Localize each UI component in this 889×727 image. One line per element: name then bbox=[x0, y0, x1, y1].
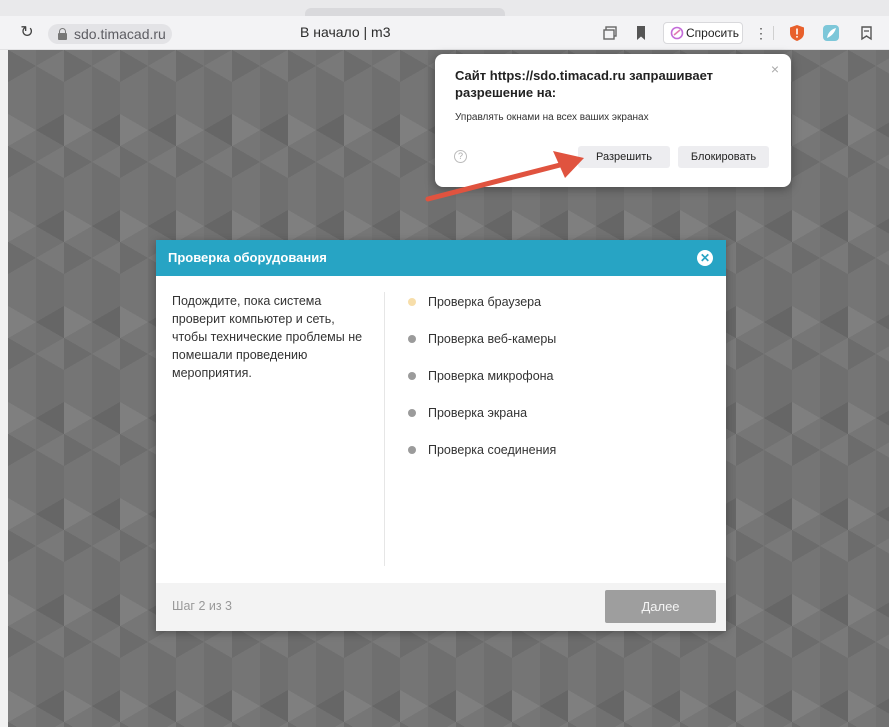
ask-button[interactable]: Спросить bbox=[663, 22, 743, 44]
dialog-close-icon[interactable]: ✕ bbox=[697, 250, 713, 266]
status-dot-icon bbox=[408, 372, 416, 380]
check-label: Проверка экрана bbox=[428, 406, 528, 420]
profile-icon[interactable] bbox=[858, 24, 876, 42]
dialog-divider bbox=[384, 292, 385, 566]
step-indicator: Шаг 2 из 3 bbox=[172, 599, 233, 613]
url-field[interactable]: sdo.timacad.ru bbox=[48, 24, 172, 44]
check-label: Проверка браузера bbox=[428, 295, 542, 309]
lock-icon bbox=[58, 28, 67, 40]
status-dot-icon bbox=[408, 298, 416, 306]
close-icon[interactable]: × bbox=[768, 62, 782, 76]
check-label: Проверка веб-камеры bbox=[428, 332, 557, 346]
ask-button-label: Спросить bbox=[686, 26, 739, 40]
dialog-title: Проверка оборудования bbox=[168, 250, 327, 265]
check-label: Проверка микрофона bbox=[428, 369, 554, 383]
permission-description: Управлять окнами на всех ваших экранах bbox=[455, 112, 649, 123]
red-arrow-annotation bbox=[425, 151, 584, 202]
equipment-check-dialog: Проверка оборудования ✕ Подождите, пока … bbox=[156, 240, 726, 631]
next-button[interactable]: Далее bbox=[605, 590, 716, 623]
bookmark-icon[interactable] bbox=[632, 24, 650, 42]
dialog-header: Проверка оборудования ✕ bbox=[156, 240, 726, 276]
check-list: Проверка браузера Проверка веб-камеры Пр… bbox=[408, 293, 556, 478]
block-button[interactable]: Блокировать bbox=[678, 146, 769, 168]
dialog-footer: Шаг 2 из 3 Далее bbox=[156, 583, 726, 631]
check-item-browser: Проверка браузера bbox=[408, 293, 556, 330]
tabs-icon[interactable] bbox=[602, 24, 620, 42]
status-dot-icon bbox=[408, 446, 416, 454]
shield-icon[interactable] bbox=[788, 24, 806, 42]
sparkle-icon bbox=[670, 26, 684, 40]
permission-title: Сайт https://sdo.timacad.ru запрашивает … bbox=[455, 68, 713, 100]
browser-top-strip bbox=[0, 0, 889, 16]
check-item-microphone: Проверка микрофона bbox=[408, 367, 556, 404]
check-item-screen: Проверка экрана bbox=[408, 404, 556, 441]
tab-strip-hint bbox=[305, 8, 505, 16]
feather-icon[interactable] bbox=[822, 24, 840, 42]
reload-icon[interactable]: ↻ bbox=[18, 24, 36, 42]
check-label: Проверка соединения bbox=[428, 443, 557, 457]
dialog-intro-text: Подождите, пока система проверит компьют… bbox=[172, 294, 363, 380]
url-text: sdo.timacad.ru bbox=[74, 26, 166, 42]
status-dot-icon bbox=[408, 409, 416, 417]
toolbar-separator bbox=[773, 26, 774, 40]
status-dot-icon bbox=[408, 335, 416, 343]
menu-icon[interactable]: ⋮ bbox=[754, 24, 768, 42]
check-item-connection: Проверка соединения bbox=[408, 441, 556, 478]
check-item-webcam: Проверка веб-камеры bbox=[408, 330, 556, 367]
page-title: В начало | m3 bbox=[300, 24, 391, 40]
